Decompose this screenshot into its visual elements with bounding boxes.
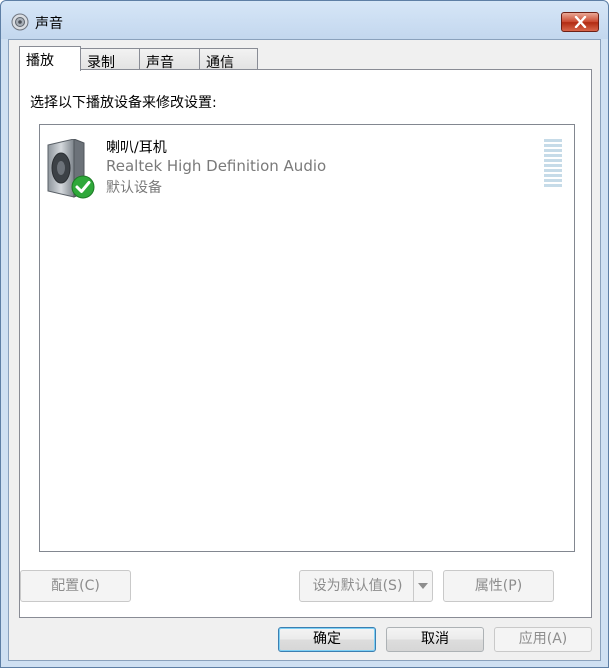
- configure-button-label: 配置(C): [51, 578, 100, 594]
- properties-button[interactable]: 属性(P): [443, 570, 554, 602]
- cancel-button-label: 取消: [421, 631, 449, 647]
- volume-level-meter: [544, 139, 562, 189]
- tab-label: 播放: [26, 53, 54, 69]
- device-status: 默认设备: [106, 180, 162, 196]
- playback-panel: 选择以下播放设备来修改设置: 喇叭/耳机 Realtek High Defini…: [19, 69, 592, 618]
- tab-recording[interactable]: 录制: [80, 48, 140, 71]
- title-bar[interactable]: 声音: [1, 1, 608, 39]
- chevron-down-icon: [418, 583, 428, 589]
- ok-button[interactable]: 确定: [278, 627, 376, 652]
- device-name: 喇叭/耳机: [106, 140, 167, 156]
- device-description: Realtek High Definition Audio: [106, 157, 327, 175]
- set-default-button-label: 设为默认值(S): [312, 578, 403, 594]
- check-icon: [71, 175, 95, 199]
- cancel-button[interactable]: 取消: [386, 627, 484, 652]
- set-default-dropdown[interactable]: [413, 571, 432, 601]
- device-list-item[interactable]: 喇叭/耳机 Realtek High Definition Audio 默认设备: [42, 131, 572, 199]
- apply-button[interactable]: 应用(A): [494, 627, 592, 652]
- tab-communications[interactable]: 通信: [199, 48, 258, 71]
- tab-playback[interactable]: 播放: [19, 46, 81, 71]
- close-button[interactable]: [561, 12, 599, 32]
- tab-sounds[interactable]: 声音: [139, 48, 200, 71]
- instruction-label: 选择以下播放设备来修改设置:: [30, 95, 217, 111]
- configure-button[interactable]: 配置(C): [20, 570, 131, 602]
- device-list[interactable]: 喇叭/耳机 Realtek High Definition Audio 默认设备: [39, 124, 575, 552]
- properties-button-label: 属性(P): [474, 578, 523, 594]
- ok-button-label: 确定: [313, 631, 341, 647]
- apply-button-label: 应用(A): [518, 631, 568, 647]
- speaker-title-icon: [11, 13, 29, 31]
- set-default-button[interactable]: 设为默认值(S): [299, 570, 433, 602]
- dialog-client-area: 播放 录制 声音 通信 选择以下播放设备来修改设置: 喇叭/耳机 Realtek…: [8, 39, 601, 661]
- sound-dialog-window: 声音 播放 录制 声音 通信 选择以下播放设备来修改设置: 喇叭/耳机 Real…: [0, 0, 609, 668]
- close-icon: [574, 16, 587, 28]
- window-title: 声音: [35, 16, 63, 32]
